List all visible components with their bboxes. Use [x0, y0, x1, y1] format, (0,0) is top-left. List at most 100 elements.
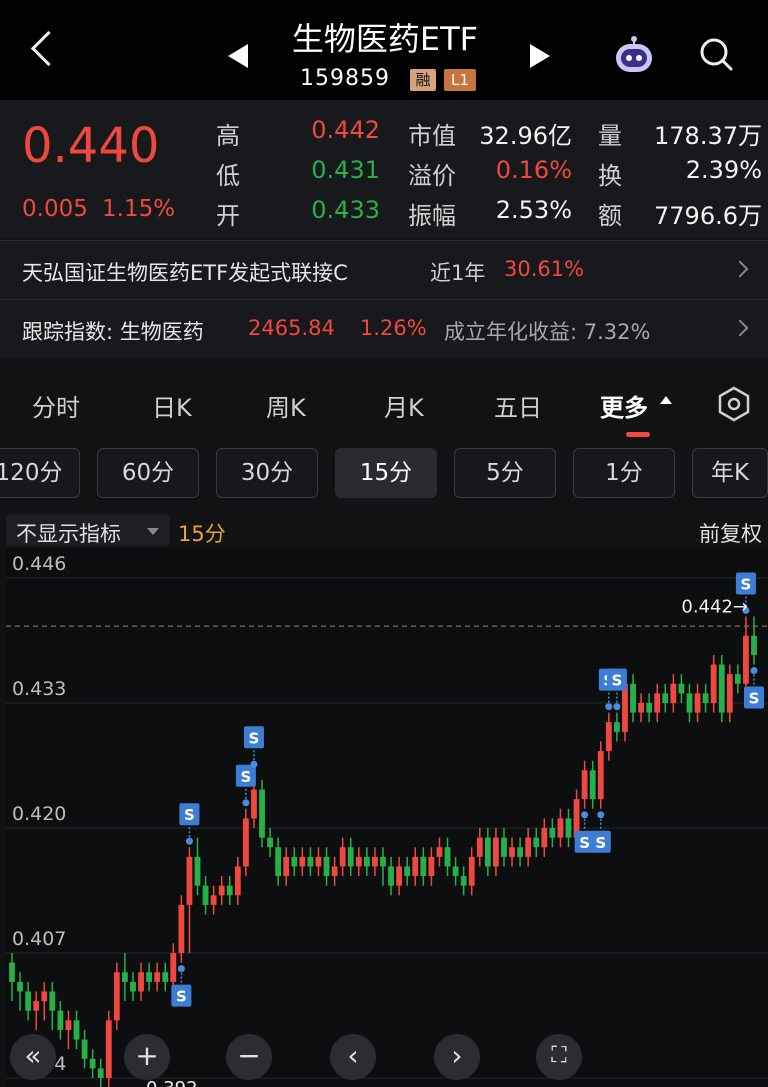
tracking-index-change: 1.26% [360, 316, 427, 340]
period-60min[interactable]: 60分 [97, 448, 199, 498]
sell-signal-label: S [249, 729, 260, 747]
candle-body [726, 674, 733, 713]
candle-body [291, 856, 298, 867]
volume-value: 178.37万 [654, 122, 762, 150]
period-yearly-k[interactable]: 年K [692, 448, 768, 498]
candle-body [339, 847, 346, 867]
candle-body [638, 703, 644, 713]
candle-body [533, 837, 540, 848]
candle-body [436, 847, 443, 857]
adjust-mode[interactable]: 前复权 [699, 518, 762, 548]
period-30min[interactable]: 30分 [216, 448, 318, 498]
candle-body [355, 856, 362, 867]
prev-stock-icon[interactable] [228, 44, 248, 68]
candle-body [73, 1020, 80, 1040]
signal-dot [597, 811, 605, 819]
candle-body [380, 856, 386, 867]
candle-body [315, 856, 322, 867]
candle-body [138, 972, 144, 992]
candle-body [242, 818, 249, 867]
price-change-pct: 1.15% [102, 196, 176, 222]
tab-intraday[interactable]: 分时 [32, 388, 80, 423]
premium-value: 0.16% [495, 156, 572, 184]
candle-body [178, 904, 185, 953]
signal-dot [242, 799, 250, 807]
period-120min[interactable]: 120分 [0, 448, 80, 498]
candle-body [662, 693, 669, 703]
period-5min[interactable]: 5分 [454, 448, 556, 498]
mktcap-value: 32.96亿 [479, 122, 572, 150]
tracking-index-label: 跟踪指数: 生物医药 [22, 320, 204, 344]
candle-body [113, 972, 120, 1021]
candle-body [283, 856, 290, 877]
stock-title: 生物医药ETF [291, 20, 479, 58]
candle-body [702, 693, 709, 703]
sell-signal-label: S [749, 690, 760, 708]
signal-dot [185, 837, 193, 845]
candle-body [589, 770, 596, 800]
tab-more[interactable]: 更多 [600, 388, 648, 423]
amount-value: 7796.6万 [654, 202, 762, 230]
candle-body [646, 703, 653, 713]
candle-body [202, 885, 209, 905]
candle-body [186, 856, 193, 905]
candle-body [122, 972, 128, 982]
price-change: 0.005 [22, 196, 88, 222]
linked-fund-period: 近1年 [430, 261, 486, 285]
zoom-in-button[interactable]: + [124, 1034, 170, 1080]
candle-body [259, 789, 265, 838]
scroll-right-button[interactable]: › [434, 1034, 480, 1080]
margin-badge: 融 [410, 69, 436, 91]
open-label: 开 [216, 202, 240, 230]
chevron-right-icon [731, 260, 749, 278]
low-value: 0.431 [311, 156, 380, 184]
candle-body [267, 837, 273, 848]
tab-monthly-k[interactable]: 月K [384, 388, 424, 423]
robot-assistant-icon[interactable] [610, 34, 658, 78]
zoom-out-button[interactable]: − [226, 1034, 272, 1080]
tab-weekly-k[interactable]: 周K [266, 388, 306, 423]
tab-daily-k[interactable]: 日K [152, 388, 192, 423]
candle-body [105, 1020, 112, 1078]
candle-body [17, 981, 23, 992]
sell-signal-label: S [595, 834, 606, 852]
candle-body [460, 876, 467, 886]
linked-fund-row[interactable]: 天弘国证生物医药ETF发起式联接C 近1年 30.61% [0, 241, 768, 299]
candle-body [162, 972, 169, 982]
search-icon[interactable] [698, 36, 734, 72]
period-1min[interactable]: 1分 [573, 448, 675, 498]
scroll-left-button[interactable]: ‹ [330, 1034, 376, 1080]
candle-body [251, 789, 257, 819]
premium-label: 溢价 [408, 162, 456, 190]
candle-body [130, 981, 136, 992]
tracking-index-row[interactable]: 跟踪指数: 生物医药 2465.84 1.26% 成立年化收益: 7.32% [0, 300, 768, 358]
candle-body [686, 693, 693, 713]
last-price: 0.440 [22, 118, 160, 174]
linked-fund-return: 30.61% [504, 257, 585, 281]
fullscreen-button[interactable]: ⛶ [536, 1034, 582, 1080]
sell-signal-label: S [579, 834, 590, 852]
sell-signal-label: S [184, 806, 195, 824]
candle-body [49, 991, 56, 1011]
back-icon[interactable] [30, 30, 67, 67]
period-selector: 120分 60分 30分 15分 5分 1分 年K [0, 448, 768, 502]
rewind-button[interactable]: « [10, 1034, 56, 1080]
candle-body [323, 856, 330, 877]
candle-body [613, 722, 620, 732]
candle-body [234, 866, 241, 896]
sell-signal-label: S [741, 575, 752, 593]
candle-body [670, 683, 677, 703]
settings-hexagon-icon[interactable] [716, 386, 752, 422]
stock-code: 159859 [300, 66, 390, 91]
next-stock-icon[interactable] [530, 44, 550, 68]
candle-body [218, 885, 225, 896]
candle-body [428, 856, 435, 877]
candle-body [581, 770, 588, 800]
tab-five-day[interactable]: 五日 [494, 388, 542, 423]
indicator-selector[interactable]: 不显示指标 [16, 518, 121, 548]
chart-tabs: 分时 日K 周K 月K 五日 更多 [0, 364, 768, 444]
period-15min[interactable]: 15分 [335, 448, 437, 498]
candle-body [396, 866, 403, 886]
candlestick-chart[interactable]: 0.4460.4330.4200.4070.394SSSSSSSSSS0.442… [6, 548, 768, 1087]
candle-body [420, 856, 427, 877]
